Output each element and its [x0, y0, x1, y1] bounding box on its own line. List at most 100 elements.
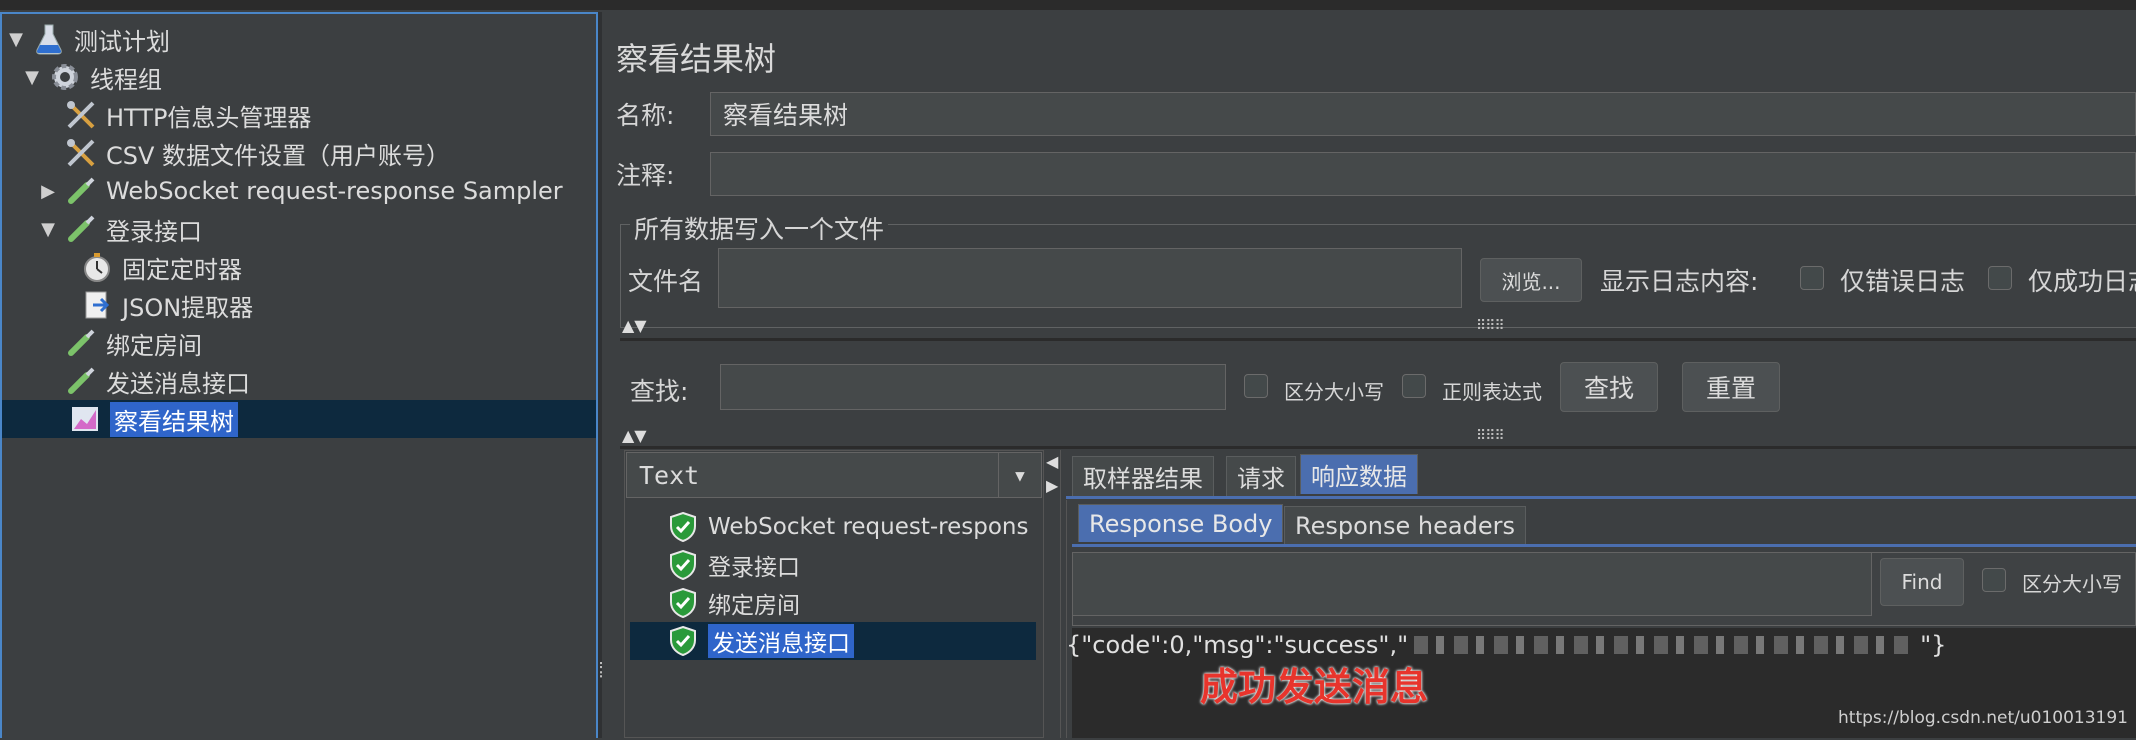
tree-item-label: 固定定时器: [122, 255, 242, 284]
search-input[interactable]: [720, 364, 1226, 410]
stopwatch-icon: [80, 250, 114, 284]
document-arrow-icon: [80, 288, 114, 322]
tab-sampler-result[interactable]: 取样器结果: [1072, 456, 1214, 496]
tree-item-label: 绑定房间: [106, 331, 202, 360]
tree-item-label: WebSocket request-response Sampler: [106, 177, 563, 205]
tree-item-login[interactable]: ▼ 登录接口: [38, 210, 202, 248]
filename-input[interactable]: [718, 248, 1462, 308]
split-bar[interactable]: ▲▼ ⠿⠿⠿: [620, 426, 2136, 445]
tree-item-csv-data-set[interactable]: CSV 数据文件设置（用户账号）: [64, 134, 450, 172]
result-item-selected[interactable]: 发送消息接口: [630, 622, 1036, 660]
pipette-icon: [64, 364, 98, 398]
pipette-icon: [64, 326, 98, 360]
subtab-response-headers[interactable]: Response headers: [1284, 506, 1526, 544]
success-only-label: 仅成功日志: [2028, 267, 2136, 296]
response-find-button[interactable]: Find: [1880, 558, 1964, 606]
drag-handle-icon[interactable]: ⠿⠿⠿: [1476, 428, 1505, 444]
result-item[interactable]: 登录接口: [666, 546, 800, 584]
result-item[interactable]: WebSocket request-respons: [666, 508, 1028, 546]
renderer-select[interactable]: Text ▼: [626, 452, 1042, 498]
wrench-screwdriver-icon: [64, 136, 98, 170]
chevron-down-icon[interactable]: ▼: [998, 453, 1041, 497]
flask-icon: [32, 22, 66, 56]
collapse-left-icon[interactable]: ◀: [1046, 452, 1058, 471]
tree-item-test-plan[interactable]: ▼ 测试计划: [6, 20, 170, 58]
regex-checkbox[interactable]: [1402, 374, 1426, 398]
tree-item-thread-group[interactable]: ▼ 线程组: [22, 58, 162, 96]
response-json-end: "}: [1920, 631, 1947, 659]
tree-item-label: HTTP信息头管理器: [106, 103, 312, 132]
view-results-tree-panel: 察看结果树 名称: 察看结果树 注释: 所有数据写入一个文件 文件名 浏览...…: [602, 12, 2136, 738]
expand-right-icon[interactable]: ▶: [1046, 476, 1058, 495]
split-bar[interactable]: ▲▼ ⠿⠿⠿: [620, 316, 2136, 335]
tree-item-http-header-manager[interactable]: HTTP信息头管理器: [64, 96, 311, 134]
filename-label: 文件名: [628, 267, 704, 296]
success-only-checkbox[interactable]: [1988, 266, 2012, 290]
response-body-text: {"code":0,"msg":"success"," "}: [1066, 628, 1946, 662]
collapse-arrows-icon[interactable]: ▲▼: [622, 316, 647, 335]
response-case-label: 区分大小写: [2022, 572, 2122, 596]
reset-button[interactable]: 重置: [1682, 362, 1780, 412]
top-strip: [0, 0, 2136, 10]
success-shield-icon: [666, 548, 700, 582]
tree-item-label: 线程组: [90, 65, 162, 94]
expand-arrow-icon[interactable]: ▶: [38, 181, 58, 202]
tree-item-websocket-sampler[interactable]: ▶ WebSocket request-response Sampler: [38, 172, 563, 210]
result-item[interactable]: 绑定房间: [666, 584, 800, 622]
tree-item-label: 登录接口: [106, 217, 202, 246]
pipette-icon: [64, 212, 98, 246]
test-plan-tree[interactable]: ▼ 测试计划 ▼ 线程组 HTTP信息头管理器 CSV 数据文件设置（用户账号）…: [0, 12, 598, 738]
response-case-checkbox[interactable]: [1982, 568, 2006, 592]
renderer-select-value: Text: [639, 460, 700, 490]
log-content-label: 显示日志内容:: [1600, 267, 1759, 296]
results-list[interactable]: WebSocket request-respons 登录接口 绑定房间 发送消息…: [626, 508, 1040, 740]
tree-item-label: 察看结果树: [110, 401, 238, 437]
tree-item-send-message[interactable]: 发送消息接口: [64, 362, 250, 400]
tree-item-label: 测试计划: [74, 27, 170, 56]
subtab-underline: [1072, 544, 2136, 547]
annotation-text: 成功发送消息: [1200, 665, 1429, 709]
name-field[interactable]: 察看结果树: [710, 92, 2136, 136]
response-json-start: {"code":0,"msg":"success",": [1066, 631, 1409, 659]
result-item-label: 绑定房间: [708, 593, 800, 619]
response-find-input[interactable]: [1072, 552, 1872, 616]
redacted-token: [1414, 636, 1915, 654]
errors-only-label: 仅错误日志: [1840, 267, 1966, 296]
tree-item-label: CSV 数据文件设置（用户账号）: [106, 141, 451, 170]
subtab-response-body[interactable]: Response Body: [1078, 504, 1284, 542]
results-split-divider[interactable]: ◀ ▶: [1046, 450, 1061, 738]
tree-item-label: 发送消息接口: [106, 369, 250, 398]
comment-field[interactable]: [710, 152, 2136, 196]
success-shield-icon: [666, 624, 700, 658]
case-sensitive-label: 区分大小写: [1284, 380, 1384, 404]
errors-only-checkbox[interactable]: [1800, 266, 1824, 290]
expand-arrow-icon[interactable]: ▼: [38, 219, 58, 240]
file-group-title: 所有数据写入一个文件: [630, 210, 889, 246]
tree-item-bind-room[interactable]: 绑定房间: [64, 324, 202, 362]
comment-label: 注释:: [616, 161, 675, 190]
regex-label: 正则表达式: [1442, 380, 1542, 404]
tree-item-constant-timer[interactable]: 固定定时器: [80, 248, 242, 286]
wrench-screwdriver-icon: [64, 98, 98, 132]
result-item-label: WebSocket request-respons: [708, 514, 1029, 540]
chart-icon: [68, 402, 102, 436]
drag-handle-icon[interactable]: ⠿⠿⠿: [1476, 318, 1505, 334]
watermark: https://blog.csdn.net/u010013191: [1838, 708, 2128, 728]
expand-arrow-icon[interactable]: ▼: [22, 67, 42, 88]
success-shield-icon: [666, 586, 700, 620]
tree-item-view-results-tree[interactable]: 察看结果树: [2, 400, 596, 438]
result-item-label: 发送消息接口: [708, 624, 854, 658]
gear-icon: [48, 60, 82, 94]
result-item-label: 登录接口: [708, 555, 800, 581]
collapse-arrows-icon[interactable]: ▲▼: [622, 426, 647, 445]
name-label: 名称:: [616, 101, 675, 130]
browse-button[interactable]: 浏览...: [1480, 258, 1582, 302]
case-sensitive-checkbox[interactable]: [1244, 374, 1268, 398]
expand-arrow-icon[interactable]: ▼: [6, 29, 26, 50]
tree-item-json-extractor[interactable]: JSON提取器: [80, 286, 253, 324]
tree-item-label: JSON提取器: [122, 293, 254, 322]
find-button[interactable]: 查找: [1560, 362, 1658, 412]
tab-underline: [1066, 496, 2136, 499]
tab-request[interactable]: 请求: [1226, 456, 1296, 496]
tab-response-data[interactable]: 响应数据: [1300, 454, 1418, 494]
